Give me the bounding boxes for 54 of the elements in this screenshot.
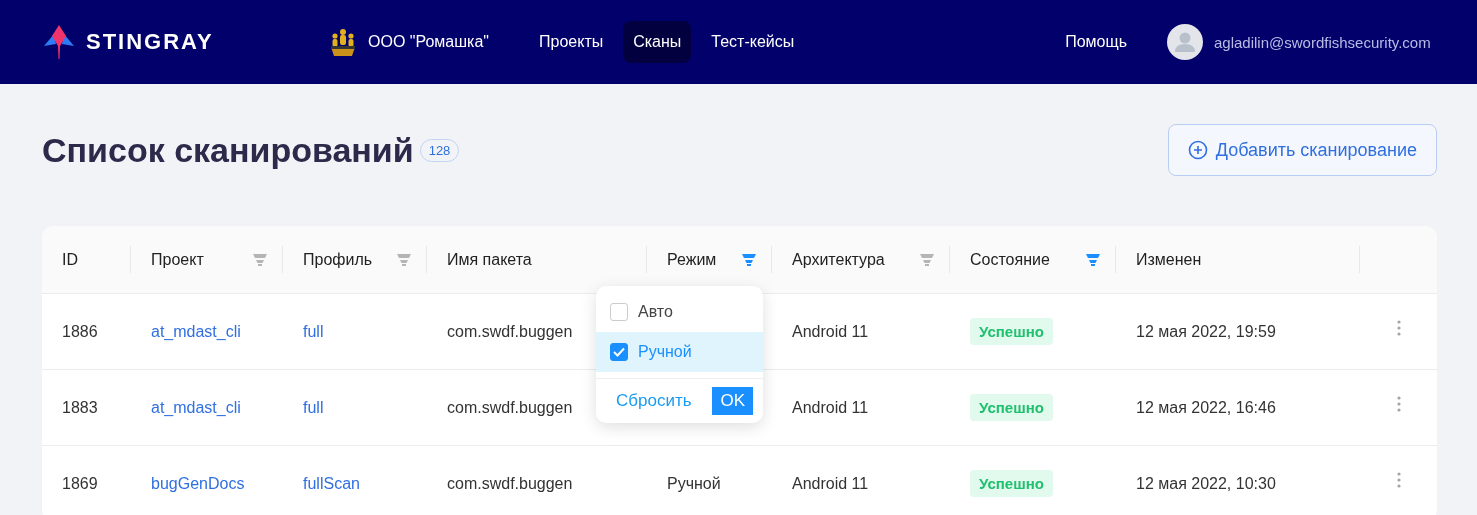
column-header[interactable]: Режим: [667, 250, 717, 269]
checkbox[interactable]: [610, 343, 628, 361]
profile-link[interactable]: full: [303, 398, 324, 417]
table-cell: 1886: [62, 322, 98, 341]
stingray-logo-icon: [42, 24, 76, 60]
table-cell: 1869: [62, 474, 98, 493]
project-link[interactable]: at_mdast_cli: [151, 398, 241, 417]
table-cell: com.swdf.buggen: [447, 398, 573, 417]
checkbox[interactable]: [610, 303, 628, 321]
profile-link[interactable]: fullScan: [303, 474, 360, 493]
column-header[interactable]: Имя пакета: [447, 250, 532, 269]
table-cell: com.swdf.buggen: [447, 474, 573, 493]
logo-text[interactable]: STINGRAY: [86, 29, 214, 55]
help-link[interactable]: Помощь: [1065, 33, 1127, 51]
table-cell: 12 мая 2022, 10:30: [1136, 474, 1276, 493]
status-badge: Успешно: [970, 470, 1053, 497]
people-icon: [328, 27, 358, 57]
user-email[interactable]: agladilin@swordfishsecurity.com: [1214, 33, 1431, 51]
plus-circle-icon: [1187, 140, 1208, 160]
organization-selector[interactable]: ООО "Ромашка": [328, 27, 489, 57]
table-cell: Ручной: [667, 474, 721, 493]
more-icon[interactable]: [1396, 471, 1401, 488]
table-cell: Android 11: [792, 398, 869, 417]
more-icon[interactable]: [1396, 395, 1401, 412]
filter-option[interactable]: Авто: [596, 292, 763, 332]
filter-icon[interactable]: [1086, 253, 1100, 266]
column-header[interactable]: Состояние: [970, 250, 1050, 269]
column-header[interactable]: Проект: [151, 250, 204, 269]
add-scan-button[interactable]: Добавить сканирование: [1167, 124, 1437, 176]
table-cell: Android 11: [792, 474, 869, 493]
column-header[interactable]: Изменен: [1136, 250, 1202, 269]
page-title: Список сканирований: [42, 130, 414, 170]
status-badge: Успешно: [970, 394, 1053, 421]
project-link[interactable]: bugGenDocs: [151, 474, 245, 493]
table-cell: 12 мая 2022, 19:59: [1136, 322, 1276, 341]
nav-tab[interactable]: Тест-кейсы: [701, 21, 805, 63]
project-link[interactable]: at_mdast_cli: [151, 322, 241, 341]
nav-tab[interactable]: Проекты: [529, 21, 614, 63]
table-cell: Android 11: [792, 322, 869, 341]
table-cell: 1883: [62, 398, 98, 417]
profile-link[interactable]: full: [303, 322, 324, 341]
nav-tab[interactable]: Сканы: [623, 21, 692, 63]
filter-icon[interactable]: [742, 253, 756, 266]
table-cell: com.swdf.buggen: [447, 322, 573, 341]
status-badge: Успешно: [970, 318, 1053, 345]
column-header[interactable]: Профиль: [303, 250, 373, 269]
avatar-icon[interactable]: [1167, 24, 1203, 60]
column-header[interactable]: ID: [62, 250, 78, 269]
more-icon[interactable]: [1396, 319, 1401, 336]
filter-icon[interactable]: [920, 253, 934, 266]
table-cell: 12 мая 2022, 16:46: [1136, 398, 1276, 417]
filter-icon[interactable]: [397, 253, 411, 266]
filter-icon[interactable]: [253, 253, 267, 266]
column-header[interactable]: Архитектура: [792, 250, 885, 269]
